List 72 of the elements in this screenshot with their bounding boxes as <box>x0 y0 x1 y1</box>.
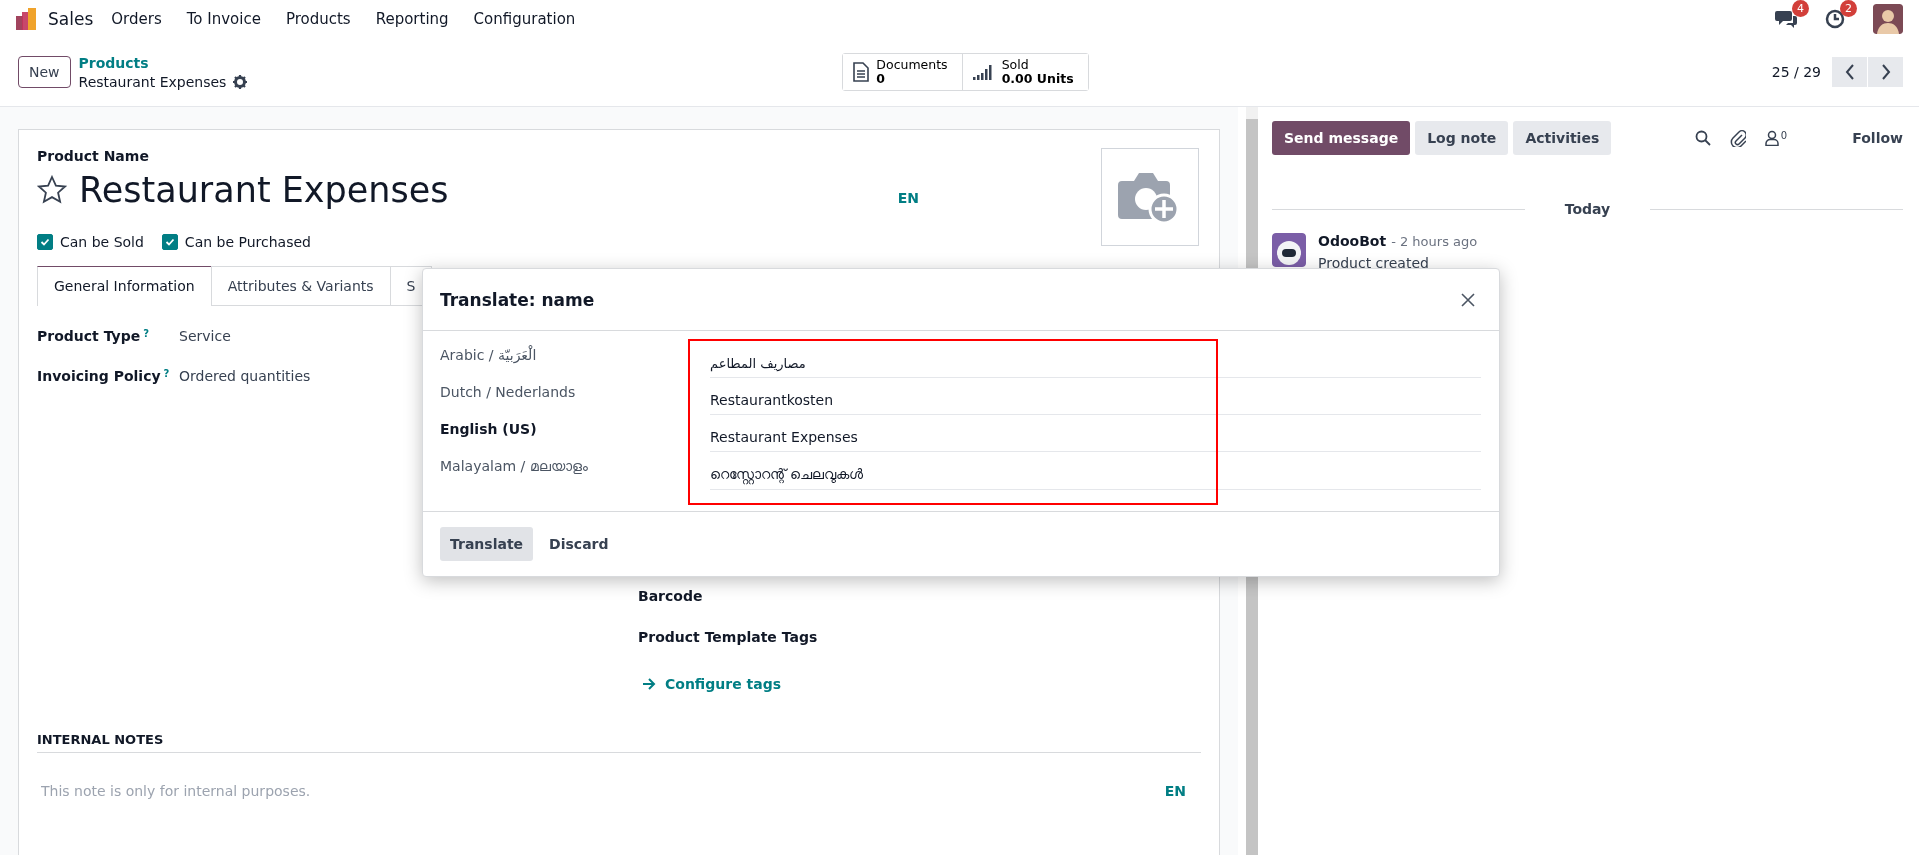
language-button[interactable]: EN <box>1164 783 1186 799</box>
pager-value: 25 / 29 <box>1771 64 1821 80</box>
language-button[interactable]: EN <box>897 190 919 206</box>
help-icon[interactable]: ? <box>163 368 170 379</box>
menu-item[interactable]: Configuration <box>473 10 576 28</box>
chat-icon <box>1775 9 1797 29</box>
field-label: Product Name <box>37 148 150 164</box>
app-name[interactable]: Sales <box>48 9 94 29</box>
breadcrumb-link[interactable]: Products <box>78 54 248 71</box>
configure-link[interactable]: Configure tags <box>665 676 781 692</box>
arrow-right-icon <box>642 678 656 690</box>
notification-badge: 4 <box>1792 0 1809 17</box>
signal-bars-icon <box>972 64 995 80</box>
language-label: Dutch / Nederlands <box>440 383 577 400</box>
search-icon <box>1694 130 1711 146</box>
settings-icon <box>233 74 248 89</box>
language-label: Malayalam / മലയാളം <box>440 457 589 475</box>
clock-icon <box>1825 9 1845 29</box>
close-icon <box>1461 292 1475 307</box>
star-icon <box>37 175 67 205</box>
chatter-button[interactable]: Log note <box>1415 121 1509 155</box>
next-button[interactable] <box>1868 57 1903 87</box>
section-title: INTERNAL NOTES <box>37 732 1201 753</box>
new-button[interactable]: New <box>18 56 71 88</box>
translation-field[interactable]: Restaurantkosten <box>710 386 1481 415</box>
follow-button[interactable]: Follow <box>1852 130 1903 146</box>
app-logo-icon <box>16 8 38 30</box>
field-label: Product Template Tags <box>638 629 818 645</box>
checkbox-label: Can be Purchased <box>184 234 311 250</box>
person-icon <box>1764 130 1779 146</box>
checkbox[interactable] <box>161 234 178 250</box>
stat-button[interactable]: Documents 0 <box>843 54 963 90</box>
language-label: Arabic / الْعَرَبيّة <box>440 345 538 363</box>
field-label: Barcode <box>638 588 704 604</box>
field-value: Ordered quantities <box>179 368 311 384</box>
checkmark-icon <box>164 237 175 247</box>
previous-button[interactable] <box>1832 57 1867 87</box>
checkmark-icon <box>40 237 50 247</box>
dialog-button[interactable]: Translate <box>440 527 534 561</box>
checkbox-label: Can be Sold <box>60 234 144 250</box>
chevron-right-icon <box>1880 64 1891 80</box>
menu-item[interactable]: Orders <box>111 10 162 28</box>
menu-item[interactable]: Products <box>285 10 351 28</box>
message-time: - 2 hours ago <box>1391 234 1478 249</box>
dialog-title: Translate: name <box>440 289 595 310</box>
message-body: Product created <box>1318 255 1430 271</box>
field-label: Invoicing Policy <box>37 368 161 384</box>
dialog-button[interactable]: Discard <box>539 527 619 561</box>
follower-count: 0 <box>1780 130 1788 141</box>
document-icon <box>853 62 870 82</box>
translation-field[interactable]: مصاريف المطاعم <box>710 349 1481 378</box>
product-name: Restaurant Expenses <box>79 170 449 210</box>
field-value: Service <box>179 328 231 344</box>
date-separator: Today <box>1524 201 1651 217</box>
chatter-button[interactable]: Send message <box>1272 121 1411 155</box>
menu-item[interactable]: To Invoice <box>186 10 261 28</box>
record-title: Restaurant Expenses <box>78 73 227 90</box>
menu-item[interactable]: Reporting <box>375 10 449 28</box>
notes-field[interactable]: This note is only for internal purposes. <box>41 783 541 799</box>
field-label: Product Type <box>37 328 141 344</box>
tab[interactable]: General Information <box>37 266 212 306</box>
language-label: English (US) <box>440 420 538 437</box>
translation-field[interactable]: റെസ്റ്റോറന്റ് ചെലവുകൾ <box>710 459 1481 490</box>
help-icon[interactable]: ? <box>143 328 149 339</box>
translation-field[interactable]: Restaurant Expenses <box>710 423 1481 452</box>
checkbox[interactable] <box>37 234 53 250</box>
message-author: OdooBot <box>1318 233 1387 249</box>
paperclip-icon <box>1729 129 1746 147</box>
notification-badge: 2 <box>1840 0 1857 17</box>
user-avatar <box>1873 4 1903 34</box>
chevron-left-icon <box>1844 64 1855 80</box>
chatter-button[interactable]: Activities <box>1513 121 1612 155</box>
